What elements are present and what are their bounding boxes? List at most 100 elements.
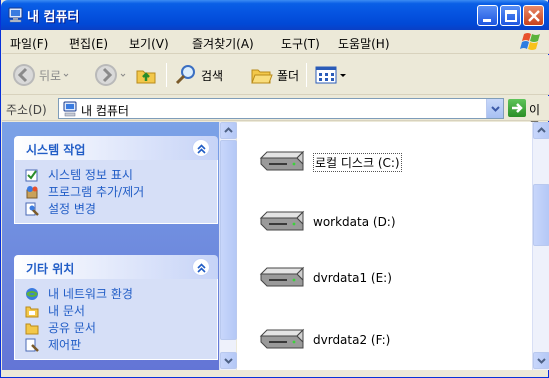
- control-panel-icon: [25, 338, 39, 352]
- chevron-down-icon: [120, 73, 126, 77]
- add-remove-programs-icon: [26, 185, 38, 198]
- system-tasks-header[interactable]: 시스템 작업: [14, 136, 218, 160]
- scroll-up-button[interactable]: [220, 122, 237, 139]
- maximize-button[interactable]: [500, 5, 521, 26]
- place-link-label: 내 문서: [48, 304, 85, 318]
- hard-drive-icon: [259, 328, 305, 349]
- hard-drive-icon: [259, 266, 305, 287]
- menu-view[interactable]: 보기(V): [129, 35, 169, 52]
- task-pane: 시스템 작업 시스템 정보 표시 프로그램 추가/제거 설정 변경 기타 위치 …: [2, 122, 231, 370]
- menu-file[interactable]: 파일(F): [10, 35, 48, 52]
- place-link-label: 제어판: [48, 338, 82, 352]
- explorer-window: 내 컴퓨터 파일(F) 편집(E) 보기(V) 즐겨찾기(A) 도구(T) 도움…: [0, 0, 549, 378]
- scroll-up-button[interactable]: [533, 122, 549, 139]
- close-button[interactable]: [523, 5, 544, 26]
- place-link-control-panel[interactable]: 제어판: [25, 336, 217, 353]
- collapse-button[interactable]: [192, 139, 210, 157]
- address-label: 주소(D): [6, 103, 47, 117]
- forward-button[interactable]: [94, 63, 128, 87]
- hard-drive-icon: [259, 150, 305, 171]
- hard-drive-icon: [259, 210, 305, 231]
- chevron-down-icon: [224, 358, 233, 364]
- views-icon: [315, 66, 337, 84]
- toolbar-separator: [306, 63, 307, 87]
- other-places-title: 기타 위치: [26, 262, 75, 276]
- address-field[interactable]: 내 컴퓨터: [58, 98, 504, 119]
- views-button[interactable]: [314, 63, 348, 87]
- task-pane-scrollbar[interactable]: [219, 122, 237, 370]
- computer-icon: [63, 101, 77, 117]
- chevron-up-icon: [224, 127, 233, 133]
- drive-label: dvrdata1 (E:): [313, 271, 392, 285]
- other-places-body: 내 네트워크 환경 내 문서 공유 문서 제어판: [14, 279, 218, 360]
- place-link-shared-documents[interactable]: 공유 문서: [25, 319, 217, 336]
- up-folder-button[interactable]: [134, 63, 158, 87]
- drive-label: workdata (D:): [313, 215, 396, 229]
- chevron-down-icon: [537, 358, 546, 364]
- address-dropdown-button[interactable]: [486, 99, 503, 118]
- minimize-icon: [483, 19, 491, 22]
- title-bar[interactable]: 내 컴퓨터: [1, 0, 549, 30]
- drive-label: dvrdata2 (F:): [313, 333, 391, 347]
- place-link-my-documents[interactable]: 내 문서: [25, 302, 217, 319]
- drive-item[interactable]: workdata (D:): [257, 206, 396, 238]
- menu-bar: 파일(F) 편집(E) 보기(V) 즐겨찾기(A) 도구(T) 도움말(H): [2, 30, 549, 54]
- chevron-up-icon: [537, 127, 546, 133]
- network-icon: [26, 287, 38, 300]
- back-button[interactable]: 뒤로: [12, 63, 71, 87]
- folders-button[interactable]: 폴더: [250, 63, 299, 87]
- system-tasks-title: 시스템 작업: [26, 143, 86, 157]
- scroll-thumb[interactable]: [533, 184, 549, 246]
- menu-favorites[interactable]: 즐겨찾기(A): [192, 35, 254, 52]
- toolbar-separator: [166, 63, 167, 87]
- chevron-up-icon: [197, 144, 206, 154]
- settings-icon: [25, 202, 39, 216]
- place-link-label: 내 네트워크 환경: [48, 287, 133, 301]
- folder-icon: [251, 69, 273, 84]
- task-link-label: 프로그램 추가/제거: [48, 185, 145, 199]
- folder-icon: [25, 323, 39, 334]
- folder-icon: [25, 306, 39, 317]
- toolbar: 뒤로 검색 폴더: [2, 55, 549, 95]
- folders-label: 폴더: [277, 68, 300, 83]
- forward-arrow-icon: [95, 64, 117, 86]
- drive-item[interactable]: dvrdata2 (F:): [257, 324, 390, 356]
- task-link-add-remove-programs[interactable]: 프로그램 추가/제거: [25, 183, 217, 200]
- scroll-thumb[interactable]: [220, 140, 237, 340]
- scroll-down-button[interactable]: [533, 352, 549, 369]
- close-icon: [528, 10, 540, 22]
- search-icon: [175, 65, 195, 85]
- file-view-scrollbar[interactable]: [532, 122, 549, 370]
- task-link-label: 설정 변경: [48, 202, 96, 216]
- computer-icon: [8, 7, 23, 23]
- system-tasks-panel: 시스템 작업 시스템 정보 표시 프로그램 추가/제거 설정 변경: [14, 136, 218, 224]
- other-places-panel: 기타 위치 내 네트워크 환경 내 문서 공유 문서 제어판: [14, 255, 218, 360]
- scroll-down-button[interactable]: [220, 352, 237, 369]
- search-button[interactable]: 검색: [174, 63, 223, 87]
- address-bar: 주소(D) 내 컴퓨터 이동: [2, 96, 549, 134]
- drive-label: 로컬 디스크 (C:): [313, 152, 402, 172]
- back-arrow-icon: [13, 64, 35, 86]
- back-label: 뒤로: [39, 68, 62, 83]
- other-places-header[interactable]: 기타 위치: [14, 255, 218, 279]
- drive-item[interactable]: dvrdata1 (E:): [257, 262, 392, 294]
- menu-help[interactable]: 도움말(H): [338, 35, 390, 52]
- task-link-system-info[interactable]: 시스템 정보 표시: [25, 166, 217, 183]
- chevron-down-icon: [491, 106, 500, 112]
- chevron-down-icon: [340, 74, 346, 77]
- chevron-down-icon: [63, 73, 69, 77]
- task-link-change-setting[interactable]: 설정 변경: [25, 200, 217, 217]
- go-arrow-icon: [512, 103, 523, 113]
- maximize-icon: [505, 10, 517, 22]
- drive-item[interactable]: 로컬 디스크 (C:): [257, 146, 402, 178]
- minimize-button[interactable]: [477, 5, 498, 26]
- collapse-button[interactable]: [192, 258, 210, 276]
- menu-tools[interactable]: 도구(T): [281, 35, 320, 52]
- system-info-icon: [25, 169, 38, 181]
- menu-edit[interactable]: 편집(E): [69, 35, 108, 52]
- up-folder-icon: [136, 70, 156, 84]
- place-link-label: 공유 문서: [48, 321, 96, 335]
- go-button[interactable]: [508, 99, 526, 117]
- window-title: 내 컴퓨터: [27, 10, 80, 25]
- place-link-network[interactable]: 내 네트워크 환경: [25, 285, 217, 302]
